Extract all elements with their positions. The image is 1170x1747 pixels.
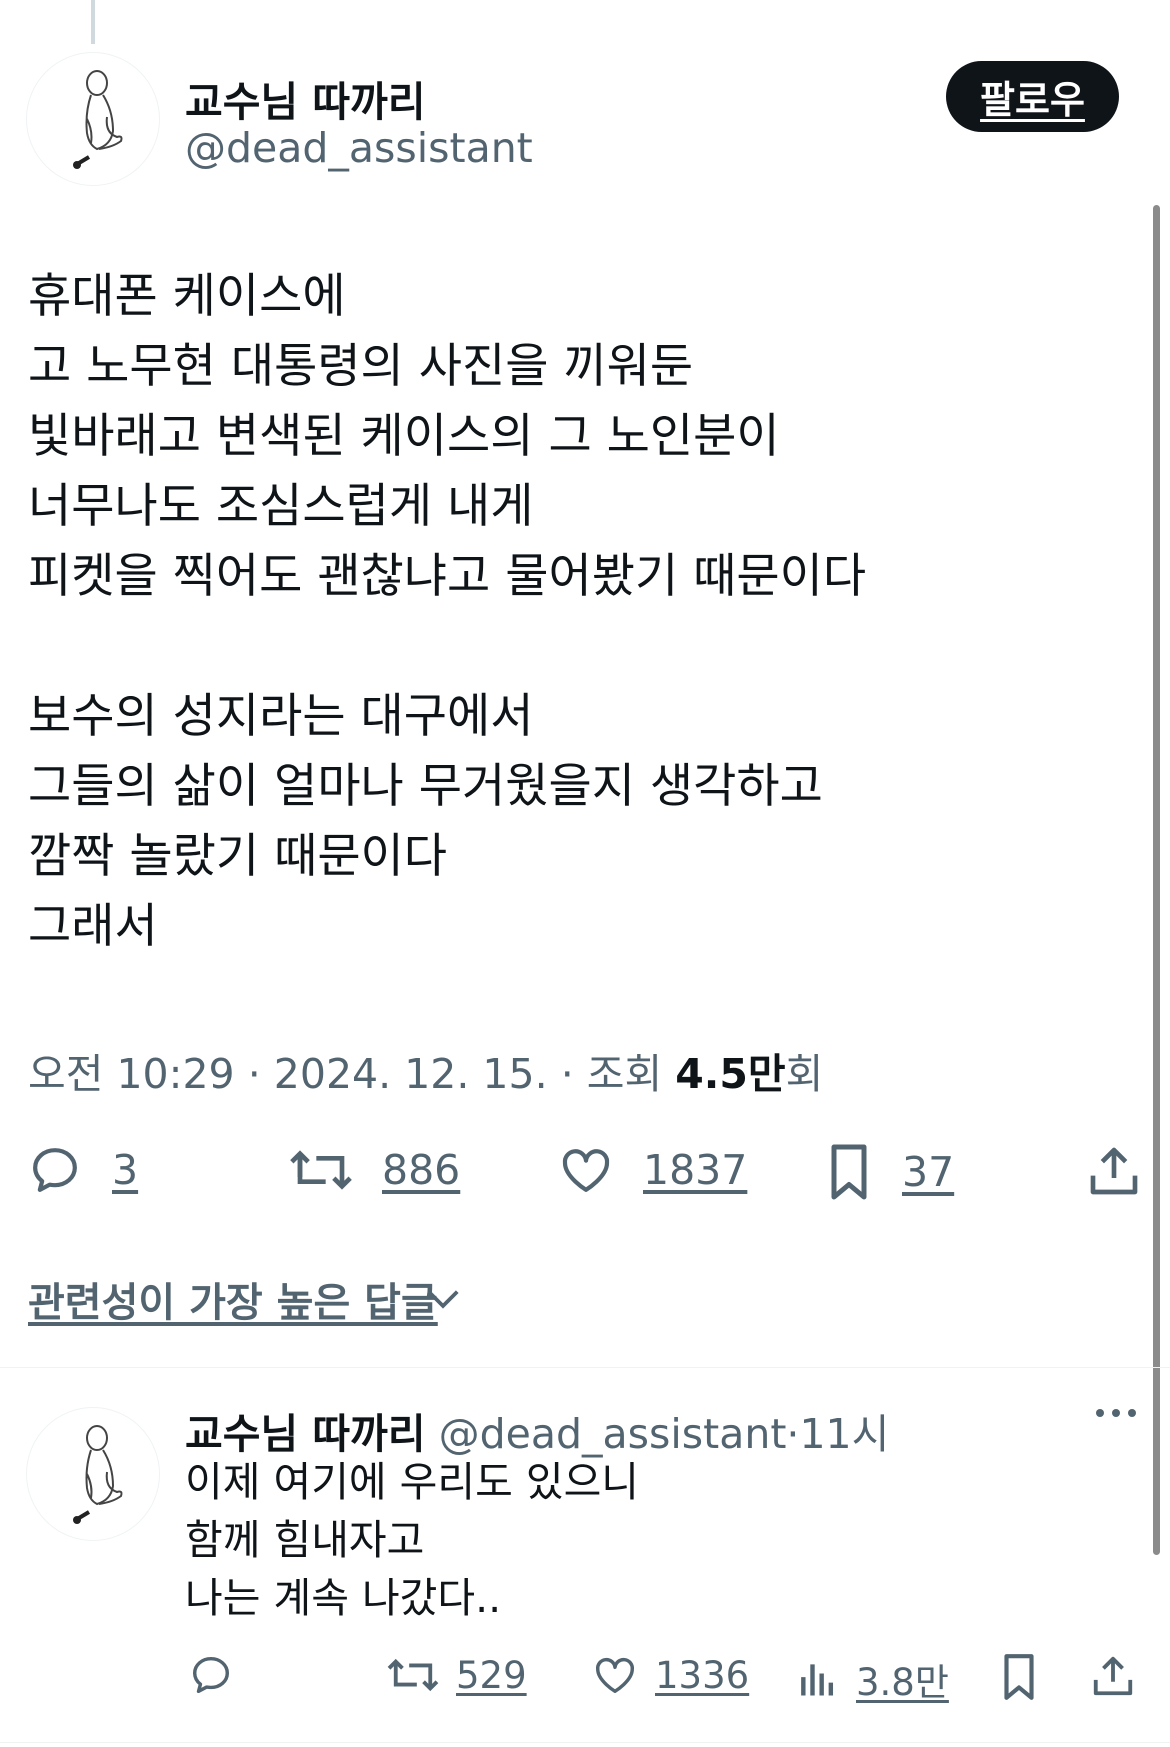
reply-like-count: 1336 bbox=[655, 1653, 750, 1697]
views-suffix: 회 bbox=[785, 1050, 824, 1098]
avatar-drawing-icon bbox=[73, 70, 123, 169]
tweet-line: 휴대폰 케이스에 bbox=[28, 269, 346, 324]
retweet-count: 886 bbox=[382, 1146, 461, 1194]
divider bbox=[0, 1367, 1170, 1368]
reply-like-button[interactable]: 1336 bbox=[591, 1652, 749, 1698]
heart-icon bbox=[596, 1657, 634, 1694]
reply-time[interactable]: 11시 bbox=[799, 1410, 889, 1458]
reply-icon bbox=[192, 1656, 230, 1694]
reply-retweet-count: 529 bbox=[456, 1653, 527, 1697]
tweet-meta: 오전 10:29 · 2024. 12. 15. · 조회 4.5만회 bbox=[28, 1040, 823, 1100]
avatar-drawing-icon bbox=[73, 1425, 123, 1524]
reply-share-button[interactable] bbox=[1090, 1652, 1136, 1700]
share-icon bbox=[1090, 1147, 1138, 1195]
share-button[interactable] bbox=[1086, 1142, 1142, 1200]
sort-replies-dropdown[interactable]: 관련성이 가장 높은 답글 bbox=[28, 1270, 438, 1328]
views-prefix: 조회 bbox=[586, 1050, 663, 1098]
reply-line: 나는 계속 나갔다.. bbox=[185, 1574, 502, 1622]
reply-header: 교수님 따까리 @dead_assistant·11시 bbox=[185, 1400, 889, 1460]
tweet-line: 피켓을 찍어도 괜찮냐고 물어봤기 때문이다 bbox=[28, 549, 867, 604]
tweet-line: 그들의 삶이 얼마나 무거웠을지 생각하고 bbox=[28, 759, 823, 814]
share-icon bbox=[1093, 1656, 1133, 1696]
more-dots-icon[interactable] bbox=[1094, 1406, 1138, 1420]
reply-bookmark-button[interactable] bbox=[998, 1652, 1040, 1702]
reply-views-count: 3.8만 bbox=[856, 1661, 949, 1704]
reply-views-button[interactable]: 3.8만 bbox=[796, 1652, 949, 1706]
scrollbar[interactable] bbox=[1153, 205, 1160, 1555]
chevron-down-icon[interactable] bbox=[424, 1285, 462, 1311]
divider bbox=[0, 1742, 1170, 1743]
meta-separator: · bbox=[247, 1050, 261, 1098]
tweet-line: 그래서 bbox=[28, 899, 158, 954]
reply-author-handle[interactable]: @dead_assistant bbox=[439, 1410, 787, 1458]
retweet-icon bbox=[290, 1150, 352, 1190]
retweet-button[interactable]: 886 bbox=[288, 1142, 460, 1198]
views-chart-icon bbox=[801, 1664, 834, 1696]
tweet-line: 보수의 성지라는 대구에서 bbox=[28, 689, 534, 744]
reply-text: 이제 여기에 우리도 있으니 함께 힘내자고 나는 계속 나갔다.. bbox=[185, 1453, 639, 1627]
tweet-line: 빛바래고 변색된 케이스의 그 노인분이 bbox=[28, 409, 780, 464]
tweet-line: 깜짝 놀랐기 때문이다 bbox=[28, 829, 448, 884]
author-name[interactable]: 교수님 따까리 bbox=[185, 68, 426, 128]
follow-button[interactable]: 팔로우 bbox=[946, 61, 1119, 132]
thread-connector-line bbox=[91, 0, 95, 44]
bookmark-icon bbox=[831, 1144, 867, 1200]
reply-reply-button[interactable] bbox=[187, 1652, 235, 1698]
reply-line: 이제 여기에 우리도 있으니 bbox=[185, 1458, 640, 1506]
like-count: 1837 bbox=[643, 1146, 748, 1194]
tweet-line: 너무나도 조심스럽게 내게 bbox=[28, 479, 534, 534]
reply-separator: · bbox=[786, 1410, 800, 1458]
tweet-date[interactable]: 2024. 12. 15. bbox=[274, 1050, 548, 1098]
reply-line: 함께 힘내자고 bbox=[185, 1516, 425, 1564]
avatar[interactable] bbox=[26, 52, 160, 186]
bookmark-button[interactable]: 37 bbox=[824, 1142, 954, 1202]
bookmark-icon bbox=[1004, 1654, 1034, 1700]
bookmark-count: 37 bbox=[902, 1148, 955, 1196]
tweet-line: 고 노무현 대통령의 사진을 끼워둔 bbox=[28, 339, 694, 394]
tweet-text: 휴대폰 케이스에 고 노무현 대통령의 사진을 끼워둔 빛바래고 변색된 케이스… bbox=[28, 262, 1108, 962]
meta-separator: · bbox=[560, 1050, 574, 1098]
reply-avatar[interactable] bbox=[26, 1407, 160, 1541]
author-handle[interactable]: @dead_assistant bbox=[185, 124, 533, 172]
reply-author-name[interactable]: 교수님 따까리 bbox=[185, 1410, 426, 1458]
reply-icon bbox=[33, 1148, 77, 1192]
retweet-icon bbox=[387, 1658, 439, 1692]
reply-button[interactable]: 3 bbox=[26, 1142, 138, 1198]
tweet-time[interactable]: 오전 10:29 bbox=[28, 1050, 235, 1098]
reply-count: 3 bbox=[112, 1146, 139, 1194]
like-button[interactable]: 1837 bbox=[557, 1142, 747, 1198]
views-count: 4.5만 bbox=[675, 1050, 786, 1098]
heart-icon bbox=[562, 1149, 610, 1192]
reply-retweet-button[interactable]: 529 bbox=[386, 1652, 527, 1698]
